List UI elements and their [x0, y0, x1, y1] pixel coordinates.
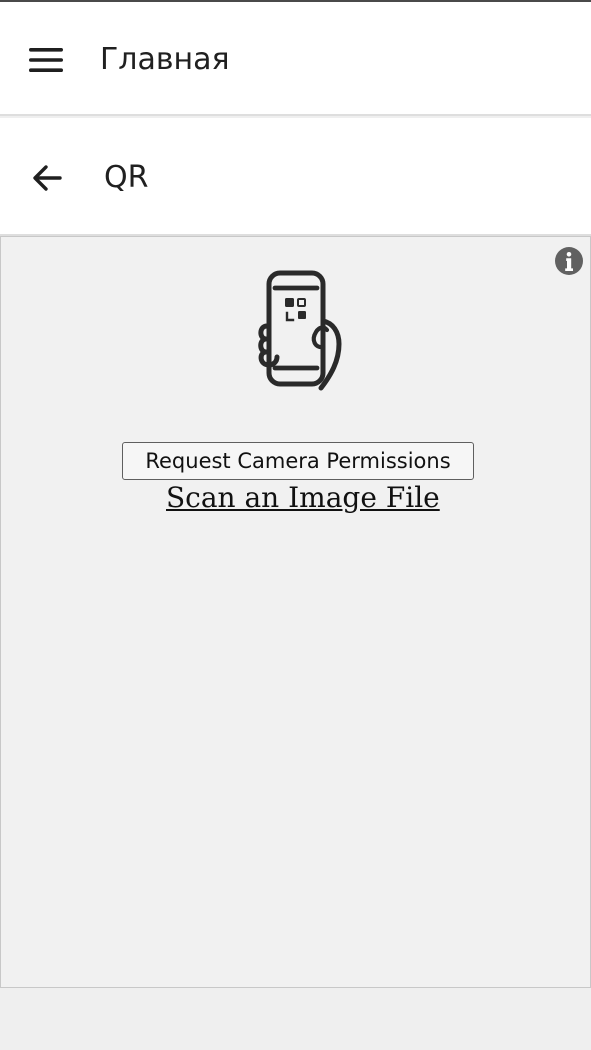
menu-button[interactable]	[21, 40, 71, 80]
arrow-left-icon	[33, 165, 62, 191]
phone-qr-scan-illustration	[249, 268, 345, 394]
phone-qr-scan-icon	[258, 270, 342, 391]
qr-scanner-region: Request Camera Permissions Scan an Image…	[0, 236, 591, 988]
page-title-qr: QR	[104, 160, 149, 195]
back-button[interactable]	[26, 156, 70, 200]
top-app-bar: Главная	[0, 0, 591, 116]
info-button[interactable]	[554, 246, 584, 276]
page-title-main: Главная	[100, 42, 230, 77]
bottom-page-area	[0, 988, 591, 1050]
scan-image-file-link[interactable]: Scan an Image File	[166, 479, 440, 519]
request-camera-permissions-button[interactable]: Request Camera Permissions	[122, 442, 474, 480]
hamburger-menu-icon	[29, 48, 63, 72]
secondary-app-bar: QR	[0, 118, 591, 236]
info-icon	[555, 247, 583, 275]
